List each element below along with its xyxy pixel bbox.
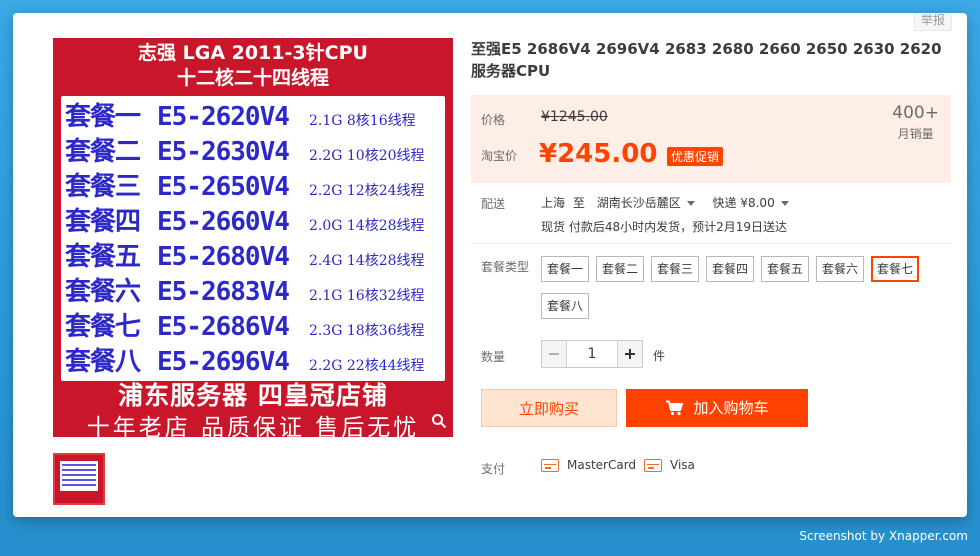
- product-title[interactable]: 至强E5 2686V4 2696V4 2683 2680 2660 2650 2…: [471, 38, 951, 82]
- image-spec-row: 套餐三 E5-2650V4 2.2G 12核24线程: [65, 166, 425, 202]
- thumbnail-line: [62, 484, 96, 486]
- image-spec-label: 2.1G 8核16线程: [309, 113, 416, 129]
- chevron-down-icon[interactable]: [780, 201, 789, 206]
- monthly-sales-label: 月销量: [897, 127, 934, 141]
- quantity-stepper: 1: [541, 340, 643, 368]
- image-title-line1: 志强 LGA 2011-3针CPU: [138, 42, 368, 64]
- report-link[interactable]: 举报: [913, 13, 952, 31]
- chevron-down-icon[interactable]: [686, 201, 695, 206]
- quantity-input[interactable]: 1: [567, 340, 617, 368]
- original-price: ¥1245.00: [541, 109, 608, 125]
- taobao-price-label: 淘宝价: [481, 149, 518, 163]
- image-spec-row: 套餐六 E5-2683V4 2.1G 16核32线程: [65, 271, 425, 307]
- package-option-5[interactable]: 套餐五: [761, 256, 810, 282]
- buy-now-button[interactable]: 立即购买: [481, 389, 617, 427]
- image-spec-row: 套餐七 E5-2686V4 2.3G 18核36线程: [65, 306, 425, 342]
- current-price: ¥245.00: [539, 139, 658, 169]
- product-card: 举报 志强 LGA 2011-3针CPU 十二核二十四线程 套餐一 E5-2620…: [13, 13, 967, 517]
- image-spec-row: 套餐五 E5-2680V4 2.4G 14核28线程: [65, 236, 425, 272]
- image-spec-label: 2.0G 14核28线程: [309, 218, 425, 234]
- image-spec-label: 2.2G 22核44线程: [309, 358, 425, 374]
- promo-badge[interactable]: 优惠促销: [667, 147, 724, 166]
- image-pkg-label: 套餐四: [65, 207, 141, 237]
- image-model-label: E5-2620V4: [157, 102, 290, 132]
- thumbnail-line: [62, 464, 96, 466]
- image-spec-row: 套餐八 E5-2696V4 2.2G 22核44线程: [65, 341, 425, 377]
- payment-label: 支付: [481, 462, 506, 476]
- image-spec-row: 套餐二 E5-2630V4 2.2G 10核20线程: [65, 131, 425, 167]
- package-option-8[interactable]: 套餐八: [541, 293, 590, 319]
- minus-icon: [549, 353, 559, 355]
- image-spec-panel: 套餐一 E5-2620V4 2.1G 8核16线程 套餐二 E5-2630V4 2.2G…: [61, 96, 445, 381]
- image-pkg-label: 套餐一: [65, 102, 141, 132]
- thumbnail-line: [62, 479, 96, 481]
- package-option-3[interactable]: 套餐三: [651, 256, 700, 282]
- watermark: Screenshot by Xnapper.com: [799, 529, 968, 543]
- quantity-label: 数量: [481, 350, 506, 364]
- image-model-label: E5-2630V4: [157, 137, 290, 167]
- image-model-label: E5-2680V4: [157, 242, 290, 272]
- image-pkg-label: 套餐三: [65, 172, 141, 202]
- image-pkg-label: 套餐七: [65, 312, 141, 342]
- shipping-to-word: 至: [572, 196, 585, 210]
- package-option-6[interactable]: 套餐六: [816, 256, 865, 282]
- price-label: 价格: [481, 113, 506, 127]
- zoom-icon[interactable]: [431, 413, 447, 433]
- image-spec-label: 2.4G 14核28线程: [309, 253, 425, 269]
- image-model-label: E5-2696V4: [157, 347, 290, 377]
- payment-method-label: Visa: [670, 458, 695, 472]
- image-pkg-label: 套餐八: [65, 347, 141, 377]
- image-thumbnail[interactable]: [53, 453, 105, 505]
- image-model-label: E5-2686V4: [157, 312, 290, 342]
- monthly-sales: 400+ 月销量: [892, 103, 939, 142]
- image-pkg-label: 套餐二: [65, 137, 141, 167]
- image-spec-label: 2.2G 12核24线程: [309, 183, 425, 199]
- thumbnail-line: [62, 474, 96, 476]
- shipping-section: 配送 上海 至 湖南长沙岳麓区 快递 ¥8.00 现货 付款后48小时内发货，预…: [471, 191, 951, 244]
- credit-card-icon: [541, 458, 559, 472]
- shipping-route: 上海 至 湖南长沙岳麓区 快递 ¥8.00: [541, 194, 793, 211]
- payment-visa: Visa: [644, 458, 695, 472]
- package-option-1[interactable]: 套餐一: [541, 256, 590, 282]
- package-type-label: 套餐类型: [481, 260, 530, 274]
- shopping-cart-icon: [666, 400, 684, 416]
- plus-icon: [625, 349, 635, 359]
- image-spec-label: 2.3G 18核36线程: [309, 323, 425, 339]
- image-spec-row: 套餐一 E5-2620V4 2.1G 8核16线程: [65, 96, 416, 132]
- image-model-label: E5-2660V4: [157, 207, 290, 237]
- product-main-image[interactable]: 志强 LGA 2011-3针CPU 十二核二十四线程 套餐一 E5-2620V4 2…: [53, 38, 453, 441]
- increase-button[interactable]: [617, 340, 643, 368]
- price-section: 价格 ¥1245.00 淘宝价 ¥245.00 优惠促销 400+ 月销量: [471, 95, 951, 183]
- quantity-unit: 件: [653, 349, 666, 363]
- image-spec-label: 2.1G 16核32线程: [309, 288, 425, 304]
- shipping-label: 配送: [481, 197, 506, 211]
- package-option-4[interactable]: 套餐四: [706, 256, 755, 282]
- shipping-note: 现货 付款后48小时内发货，预计2月19日送达: [541, 220, 787, 234]
- credit-card-icon: [644, 458, 662, 472]
- package-option-2[interactable]: 套餐二: [596, 256, 645, 282]
- package-option-7-selected[interactable]: 套餐七: [871, 256, 920, 282]
- image-spec-row: 套餐四 E5-2660V4 2.0G 14核28线程: [65, 201, 425, 237]
- shipping-origin: 上海: [541, 196, 566, 210]
- payment-mastercard: MasterCard: [541, 458, 636, 472]
- image-spec-label: 2.2G 10核20线程: [309, 148, 425, 164]
- image-pkg-label: 套餐六: [65, 277, 141, 307]
- image-pkg-label: 套餐五: [65, 242, 141, 272]
- add-to-cart-button[interactable]: 加入购物车: [626, 389, 808, 427]
- monthly-sales-value: 400+: [892, 103, 939, 123]
- payment-method-label: MasterCard: [567, 458, 637, 472]
- thumbnail-line: [62, 469, 96, 471]
- image-model-label: E5-2650V4: [157, 172, 290, 202]
- image-shop-line: 浦东服务器 四皇冠店铺: [118, 381, 388, 410]
- image-slogan-line: 十年老店 品质保证 售后无忧: [86, 415, 420, 441]
- image-model-label: E5-2683V4: [157, 277, 290, 307]
- decrease-button[interactable]: [541, 340, 567, 368]
- shipping-express-fee[interactable]: 快递 ¥8.00: [713, 196, 775, 210]
- add-to-cart-label: 加入购物车: [693, 399, 769, 417]
- image-title-line2: 十二核二十四线程: [176, 67, 329, 89]
- shipping-destination[interactable]: 湖南长沙岳麓区: [597, 196, 681, 210]
